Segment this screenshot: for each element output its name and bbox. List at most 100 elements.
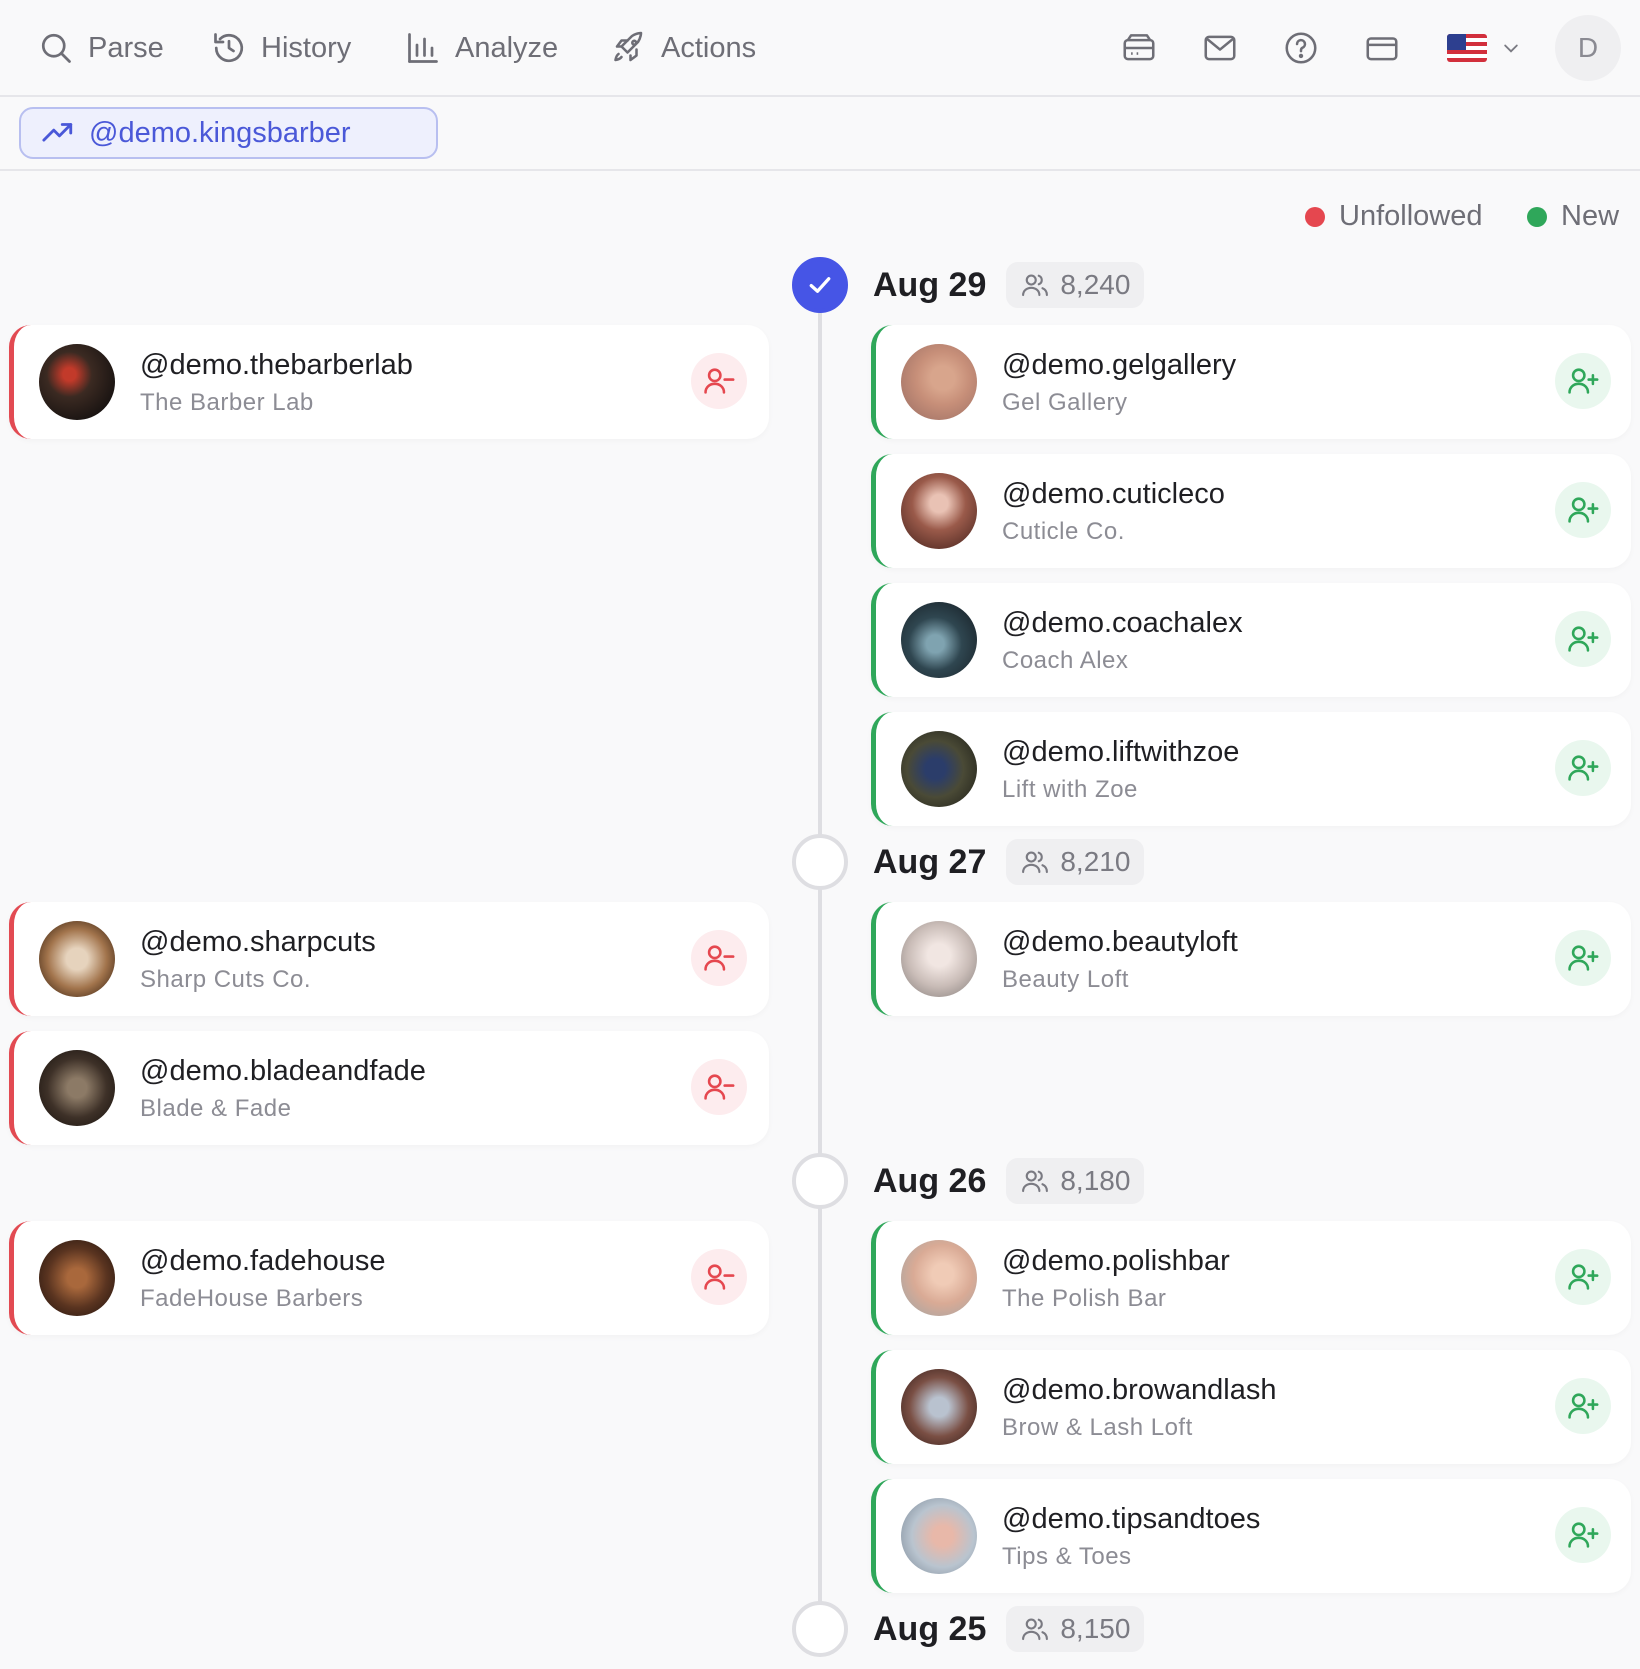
billing-button[interactable] xyxy=(1362,28,1402,68)
account-name: Gel Gallery xyxy=(1002,389,1128,416)
chevron-down-icon xyxy=(1504,44,1518,53)
new-follower-card[interactable]: @demo.gelgallery Gel Gallery xyxy=(871,325,1631,439)
follow-button[interactable] xyxy=(1555,930,1611,986)
follower-count-badge: 8,180 xyxy=(1006,1158,1145,1204)
credit-card-icon xyxy=(1366,37,1398,61)
unfollow-status-button[interactable] xyxy=(691,353,747,409)
trending-up-icon xyxy=(42,123,73,142)
new-follower-card[interactable]: @demo.beautyloft Beauty Loft xyxy=(871,902,1631,1016)
follower-count-badge: 8,150 xyxy=(1006,1606,1145,1652)
followers-icon xyxy=(1022,274,1049,297)
follow-button[interactable] xyxy=(1555,1249,1611,1305)
new-dot xyxy=(1527,206,1547,227)
inbox-tray-icon xyxy=(1123,34,1155,61)
account-handle[interactable]: @demo.polishbar xyxy=(1002,1245,1230,1278)
nav-actions[interactable]: Actions xyxy=(611,26,756,70)
account-name: Coach Alex xyxy=(1002,647,1129,674)
user-minus-icon xyxy=(704,945,735,971)
avatar xyxy=(39,344,115,420)
unfollowed-card[interactable]: @demo.sharpcuts Sharp Cuts Co. xyxy=(9,902,769,1016)
legend-new-label: New xyxy=(1561,200,1620,232)
account-handle[interactable]: @demo.bladeandfade xyxy=(140,1055,426,1088)
nav-history[interactable]: History xyxy=(211,26,351,70)
account-name: Beauty Loft xyxy=(1002,966,1129,993)
account-name: Sharp Cuts Co. xyxy=(140,966,312,993)
avatar xyxy=(901,1498,977,1574)
nav-actions-label: Actions xyxy=(661,31,757,64)
account-name: The Barber Lab xyxy=(140,389,314,416)
avatar xyxy=(39,1050,115,1126)
date-label: Aug 29 xyxy=(873,265,987,304)
account-handle[interactable]: @demo.browandlash xyxy=(1002,1374,1276,1407)
new-follower-card[interactable]: @demo.tipsandtoes Tips & Toes xyxy=(871,1479,1631,1593)
date-header: Aug 29 8,240 xyxy=(873,262,1145,308)
follower-count: 8,180 xyxy=(1060,1165,1131,1196)
rocket-icon xyxy=(614,31,643,62)
follow-button[interactable] xyxy=(1555,353,1611,409)
avatar xyxy=(901,473,977,549)
unfollow-status-button[interactable] xyxy=(691,1059,747,1115)
avatar xyxy=(39,1240,115,1316)
mail-icon xyxy=(1204,35,1236,61)
follower-count-badge: 8,210 xyxy=(1006,839,1145,885)
new-follower-card[interactable]: @demo.polishbar The Polish Bar xyxy=(871,1221,1631,1335)
account-chip-label: @demo.kingsbarber xyxy=(89,116,351,149)
account-name: Lift with Zoe xyxy=(1002,776,1138,803)
timeline-node-checked[interactable] xyxy=(792,257,848,313)
top-nav: Parse History Analyze Actions D xyxy=(0,0,1640,97)
new-follower-card[interactable]: @demo.cuticleco Cuticle Co. xyxy=(871,454,1631,568)
unfollowed-dot xyxy=(1305,206,1325,227)
followers-icon xyxy=(1022,1170,1049,1193)
account-handle[interactable]: @demo.coachalex xyxy=(1002,607,1243,640)
mail-button[interactable] xyxy=(1200,28,1240,68)
unfollowed-card[interactable]: @demo.bladeandfade Blade & Fade xyxy=(9,1031,769,1145)
account-name: FadeHouse Barbers xyxy=(140,1285,364,1312)
new-follower-card[interactable]: @demo.liftwithzoe Lift with Zoe xyxy=(871,712,1631,826)
avatar xyxy=(901,1240,977,1316)
help-icon xyxy=(1285,32,1317,64)
account-name: Blade & Fade xyxy=(140,1095,292,1122)
avatar xyxy=(901,731,977,807)
user-plus-icon xyxy=(1568,755,1599,781)
account-handle[interactable]: @demo.gelgallery xyxy=(1002,349,1236,382)
follow-button[interactable] xyxy=(1555,740,1611,796)
new-follower-card[interactable]: @demo.coachalex Coach Alex xyxy=(871,583,1631,697)
unfollow-status-button[interactable] xyxy=(691,1249,747,1305)
user-avatar[interactable]: D xyxy=(1555,15,1621,81)
user-plus-icon xyxy=(1568,497,1599,523)
inbox-button[interactable] xyxy=(1119,28,1159,68)
unfollowed-card[interactable]: @demo.fadehouse FadeHouse Barbers xyxy=(9,1221,769,1335)
account-chip[interactable]: @demo.kingsbarber xyxy=(19,107,438,159)
follow-button[interactable] xyxy=(1555,1378,1611,1434)
user-plus-icon xyxy=(1568,1522,1599,1548)
timeline-line xyxy=(818,290,822,1620)
account-handle[interactable]: @demo.thebarberlab xyxy=(140,349,413,382)
unfollowed-card[interactable]: @demo.thebarberlab The Barber Lab xyxy=(9,325,769,439)
avatar xyxy=(901,921,977,997)
user-plus-icon xyxy=(1568,368,1599,394)
timeline-node[interactable] xyxy=(792,1601,848,1657)
follow-button[interactable] xyxy=(1555,1507,1611,1563)
account-handle[interactable]: @demo.tipsandtoes xyxy=(1002,1503,1260,1536)
follower-count: 8,240 xyxy=(1060,269,1131,300)
language-selector[interactable] xyxy=(1447,28,1521,68)
help-button[interactable] xyxy=(1281,28,1321,68)
account-handle[interactable]: @demo.liftwithzoe xyxy=(1002,736,1239,769)
unfollow-status-button[interactable] xyxy=(691,930,747,986)
nav-analyze-label: Analyze xyxy=(455,31,559,64)
account-name: Cuticle Co. xyxy=(1002,518,1125,545)
history-icon xyxy=(214,33,244,63)
new-follower-card[interactable]: @demo.browandlash Brow & Lash Loft xyxy=(871,1350,1631,1464)
nav-analyze[interactable]: Analyze xyxy=(405,26,558,70)
follow-button[interactable] xyxy=(1555,482,1611,538)
follower-count: 8,150 xyxy=(1060,1613,1131,1644)
follow-button[interactable] xyxy=(1555,611,1611,667)
account-handle[interactable]: @demo.beautyloft xyxy=(1002,926,1238,959)
account-handle[interactable]: @demo.sharpcuts xyxy=(140,926,376,959)
nav-parse[interactable]: Parse xyxy=(38,26,164,70)
timeline-node[interactable] xyxy=(792,834,848,890)
account-handle[interactable]: @demo.fadehouse xyxy=(140,1245,386,1278)
timeline-node[interactable] xyxy=(792,1153,848,1209)
avatar xyxy=(901,1369,977,1445)
account-handle[interactable]: @demo.cuticleco xyxy=(1002,478,1225,511)
